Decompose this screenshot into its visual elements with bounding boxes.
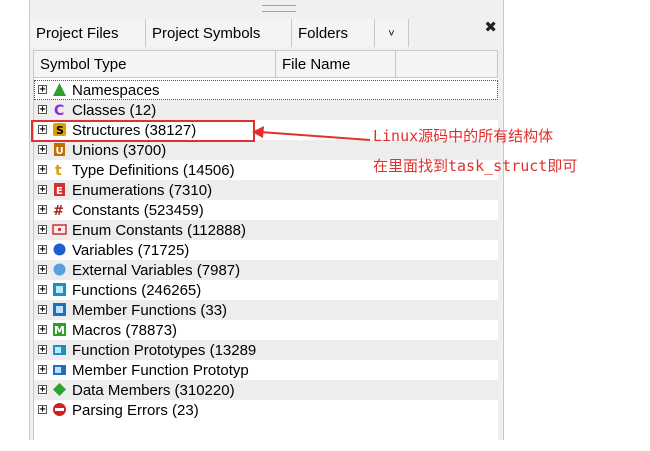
expand-icon[interactable]: + — [38, 405, 47, 415]
variable-icon — [52, 242, 67, 257]
tree-row-parsing-error[interactable]: + Parsing Errors (23) — [34, 400, 498, 420]
tab-bar: Project Files Project Symbols Folders ˅ — [30, 19, 409, 47]
member-function-icon — [52, 302, 67, 317]
expand-icon[interactable]: + — [38, 245, 47, 255]
svg-text:C: C — [54, 103, 64, 117]
expand-icon[interactable]: + — [38, 105, 47, 115]
column-symbol-type[interactable]: Symbol Type — [34, 51, 276, 77]
expand-icon[interactable]: + — [38, 325, 47, 335]
expand-icon[interactable]: + — [38, 385, 47, 395]
function-icon — [52, 282, 67, 297]
member-function-prototype-icon — [52, 362, 67, 377]
expand-icon[interactable]: + — [38, 225, 47, 235]
tab-folders[interactable]: Folders — [292, 19, 375, 47]
highlight-box — [31, 120, 255, 142]
tree-row-label: Member Function Prototyp — [72, 362, 249, 379]
class-icon: C — [52, 102, 67, 119]
expand-icon[interactable]: + — [38, 345, 47, 355]
svg-text:M: M — [54, 324, 65, 337]
tree-row-label: Namespaces — [72, 82, 160, 99]
expand-icon[interactable]: + — [38, 205, 47, 215]
expand-icon[interactable]: + — [38, 285, 47, 295]
expand-icon[interactable]: + — [38, 185, 47, 195]
parsing-error-icon — [52, 402, 67, 417]
tree-row-enumeration[interactable]: + E Enumerations (7310) — [34, 180, 498, 200]
svg-text:U: U — [56, 146, 64, 157]
drag-grip[interactable] — [262, 5, 296, 12]
tree-row-label: Parsing Errors (23) — [72, 402, 199, 419]
tree-row-data-member[interactable]: + Data Members (310220) — [34, 380, 498, 400]
tree-row-label: External Variables (7987) — [72, 262, 241, 279]
data-member-icon — [52, 382, 67, 397]
expand-icon[interactable]: + — [38, 145, 47, 155]
svg-text:#: # — [53, 204, 64, 217]
expand-icon[interactable]: + — [38, 265, 47, 275]
svg-text:t: t — [55, 163, 62, 177]
symbol-browser-panel: ✖ Project Files Project Symbols Folders … — [29, 0, 504, 440]
tree-row-variable[interactable]: + Variables (71725) — [34, 240, 498, 260]
annotation-arrow — [252, 126, 371, 141]
tree-row-label: Variables (71725) — [72, 242, 190, 259]
expand-icon[interactable]: + — [38, 365, 47, 375]
tree-row-label: Enumerations (7310) — [72, 182, 213, 199]
tree-row-label: Macros (78873) — [72, 322, 178, 339]
tree-row-label: Classes (12) — [72, 102, 157, 119]
tree-row-external-variable[interactable]: + External Variables (7987) — [34, 260, 498, 280]
column-header: Symbol Type File Name — [33, 50, 498, 78]
tree-row-function-prototype[interactable]: + Function Prototypes (13289 — [34, 340, 498, 360]
tab-project-symbols[interactable]: Project Symbols — [146, 19, 292, 47]
namespace-icon — [52, 82, 67, 97]
tree-row-member-function[interactable]: + Member Functions (33) — [34, 300, 498, 320]
tree-row-enum-constant[interactable]: + Enum Constants (112888) — [34, 220, 498, 240]
tree-row-label: Data Members (310220) — [72, 382, 235, 399]
tree-row-label: Member Functions (33) — [72, 302, 228, 319]
tree-row-namespace[interactable]: + Namespaces — [34, 80, 498, 100]
tree-row-macro[interactable]: + M Macros (78873) — [34, 320, 498, 340]
constant-icon: # — [52, 202, 67, 219]
enumeration-icon: E — [52, 182, 67, 197]
tree-row-function[interactable]: + Functions (246265) — [34, 280, 498, 300]
annotation-line-1: Linux源码中的所有结构体 — [373, 127, 554, 145]
annotation-line-2: 在里面找到task_struct即可 — [373, 157, 578, 175]
external-variable-icon — [52, 262, 67, 277]
union-icon: U — [52, 142, 67, 157]
tree-row-member-function-prototype[interactable]: + Member Function Prototyp — [34, 360, 498, 380]
tree-row-label: Enum Constants (112888) — [72, 222, 246, 239]
tree-row-constant[interactable]: + # Constants (523459) — [34, 200, 498, 220]
tree-row-label: Type Definitions (14506) — [72, 162, 235, 179]
chevron-down-icon[interactable]: ˅ — [375, 19, 409, 47]
column-file-name[interactable]: File Name — [276, 51, 396, 77]
expand-icon[interactable]: + — [38, 305, 47, 315]
tree-row-class[interactable]: + C Classes (12) — [34, 100, 498, 120]
svg-text:E: E — [56, 186, 63, 197]
tree-row-label: Constants (523459) — [72, 202, 204, 219]
tab-project-files[interactable]: Project Files — [30, 19, 146, 47]
expand-icon[interactable]: + — [38, 85, 47, 95]
typedef-icon: t — [52, 162, 67, 179]
expand-icon[interactable]: + — [38, 165, 47, 175]
close-icon[interactable]: ✖ — [484, 18, 497, 36]
tree-row-label: Functions (246265) — [72, 282, 202, 299]
function-prototype-icon — [52, 342, 67, 357]
tree-row-label: Function Prototypes (13289 — [72, 342, 257, 359]
enum-constant-icon — [52, 222, 67, 237]
tree-row-label: Unions (3700) — [72, 142, 167, 159]
macro-icon: M — [52, 322, 67, 337]
